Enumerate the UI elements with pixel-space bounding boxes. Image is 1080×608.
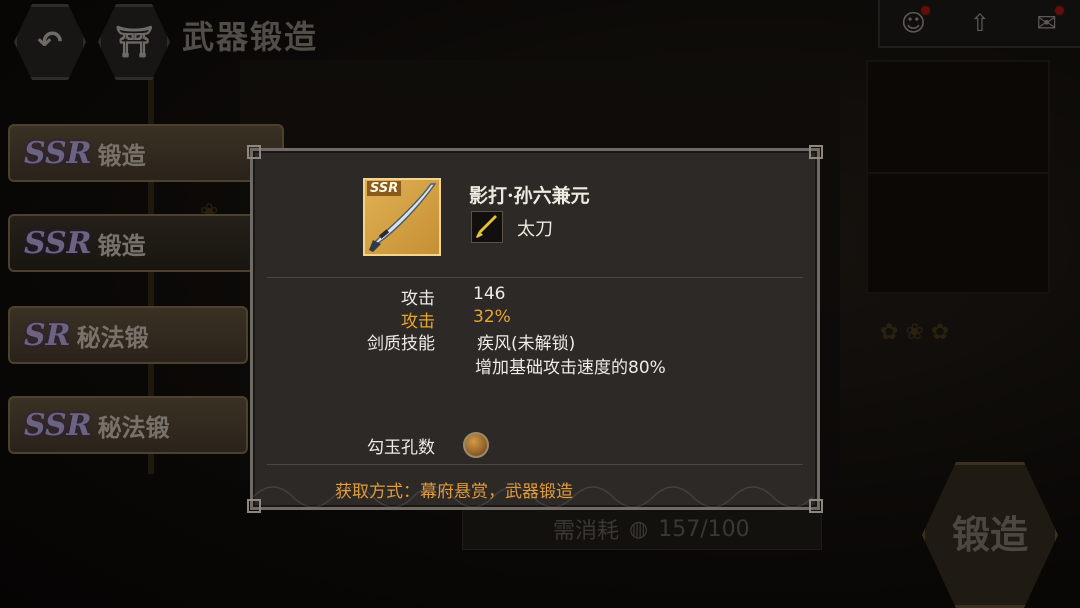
rarity-badge: SSR [367, 181, 402, 196]
socket-label: 勾玉孔数 [367, 438, 435, 458]
magatama-socket-icon [463, 432, 489, 458]
weapon-card: SSR [363, 178, 441, 256]
stat-value: 32% [473, 307, 511, 327]
divider [267, 277, 803, 278]
divider [267, 464, 803, 465]
sword-type-icon [476, 215, 497, 238]
corner-ornament [247, 145, 261, 159]
wave-pattern [253, 486, 814, 507]
skill-description: 增加基础攻击速度的80% [475, 358, 666, 378]
stat-label: 攻击 [401, 289, 435, 309]
corner-ornament [809, 145, 823, 159]
weapon-name: 影打·孙六兼元 [469, 185, 590, 207]
tachi-icon [471, 211, 503, 243]
stat-value: 146 [473, 284, 506, 304]
weapon-type: 太刀 [517, 219, 553, 240]
skill-label: 剑质技能 [367, 334, 435, 354]
weapon-detail-popup: SSR 影打·孙六兼元 太刀 攻击 146 攻击 32% 剑质技能 疾风(未解锁… [247, 145, 823, 513]
skill-name: 疾风(未解锁) [477, 334, 576, 354]
